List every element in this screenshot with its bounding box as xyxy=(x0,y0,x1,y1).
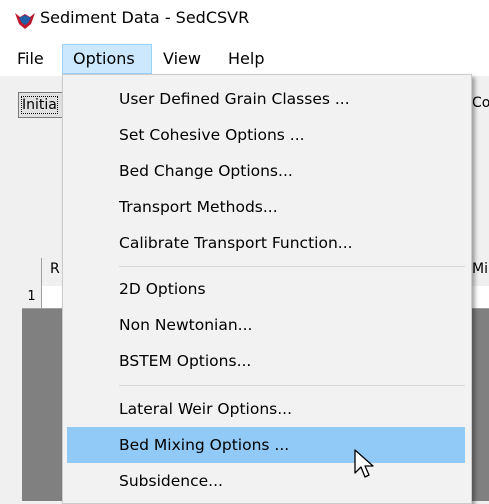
menu-item-calibrate-transport-function[interactable]: Calibrate Transport Function... xyxy=(67,225,465,261)
button-label: Initia xyxy=(21,96,58,114)
grid-column-header-right[interactable]: Mi xyxy=(472,261,489,277)
menu-view[interactable]: View xyxy=(163,44,201,74)
menu-bar: File Options View Help xyxy=(0,40,489,76)
menu-options[interactable]: Options xyxy=(62,44,152,74)
title-bar: Sediment Data - SedCSVR xyxy=(0,0,489,40)
menu-separator xyxy=(119,266,465,267)
menu-separator xyxy=(119,385,465,386)
app-logo-icon xyxy=(15,13,35,29)
right-label: Co xyxy=(472,95,489,111)
options-menu-dropdown: User Defined Grain Classes ... Set Cohes… xyxy=(62,74,472,504)
menu-item-set-cohesive-options[interactable]: Set Cohesive Options ... xyxy=(67,117,465,153)
window-title: Sediment Data - SedCSVR xyxy=(40,8,250,27)
menu-item-non-newtonian[interactable]: Non Newtonian... xyxy=(67,307,465,343)
menu-item-2d-options[interactable]: 2D Options xyxy=(67,271,465,307)
mouse-cursor-icon xyxy=(354,449,374,478)
menu-help[interactable]: Help xyxy=(228,44,264,74)
menu-item-bed-mixing-options[interactable]: Bed Mixing Options ... xyxy=(67,427,465,463)
menu-item-subsidence[interactable]: Subsidence... xyxy=(67,463,465,499)
menu-file[interactable]: File xyxy=(17,44,44,74)
menu-item-lateral-weir-options[interactable]: Lateral Weir Options... xyxy=(67,391,465,427)
menu-item-bstem-options[interactable]: BSTEM Options... xyxy=(67,343,465,379)
menu-item-user-defined-grain-classes[interactable]: User Defined Grain Classes ... xyxy=(67,81,465,117)
grid-row-number: 1 xyxy=(22,286,42,308)
menu-item-transport-methods[interactable]: Transport Methods... xyxy=(67,189,465,225)
grid-corner[interactable] xyxy=(22,258,42,286)
grid-column-header[interactable]: R xyxy=(50,261,60,277)
menu-item-bed-change-options[interactable]: Bed Change Options... xyxy=(67,153,465,189)
